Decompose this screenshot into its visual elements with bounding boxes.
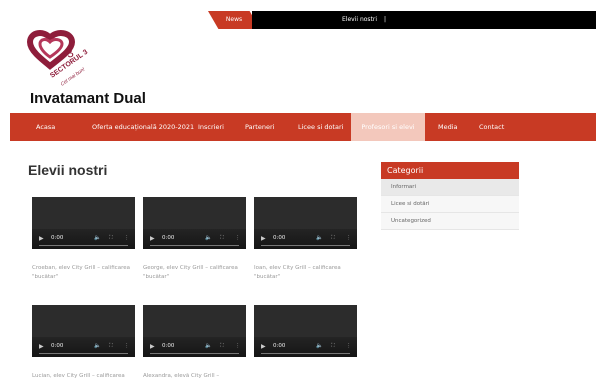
fullscreen-icon[interactable]: ⛶ (331, 235, 335, 242)
video-caption[interactable]: Ioan, elev City Grill – calificarea "buc… (254, 264, 360, 282)
video-progress-bar[interactable] (261, 353, 350, 354)
play-icon[interactable]: ▶ (39, 343, 44, 350)
video-controls: ▶ 0:00 🔈 ⛶ ⋮ (254, 337, 357, 357)
video-controls: ▶ 0:00 🔈 ⛶ ⋮ (254, 229, 357, 249)
fullscreen-icon[interactable]: ⛶ (220, 343, 224, 350)
video-progress-bar[interactable] (39, 353, 128, 354)
play-icon[interactable]: ▶ (39, 235, 44, 242)
ticker-separator: | (384, 16, 387, 23)
video-player[interactable]: ▶ 0:00 🔈 ⛶ ⋮ (143, 197, 246, 249)
video-player[interactable]: ▶ 0:00 🔈 ⛶ ⋮ (143, 305, 246, 357)
video-player[interactable]: ▶ 0:00 🔈 ⛶ ⋮ (254, 197, 357, 249)
ticker-text[interactable]: Elevii nostri (342, 11, 377, 29)
nav-item-acasa[interactable]: Acasa (36, 113, 55, 141)
play-icon[interactable]: ▶ (261, 235, 266, 242)
volume-icon[interactable]: 🔈 (94, 235, 101, 241)
video-time: 0:00 (51, 343, 64, 349)
fullscreen-icon[interactable]: ⛶ (109, 343, 113, 350)
categories-widget: Categorii Informari Licee si dotări Unca… (381, 162, 519, 230)
video-caption[interactable]: George, elev City Grill – calificarea "b… (143, 264, 249, 282)
category-item-informari[interactable]: Informari (381, 179, 519, 196)
nav-item-media[interactable]: Media (438, 113, 458, 141)
video-player[interactable]: ▶ 0:00 🔈 ⛶ ⋮ (32, 197, 135, 249)
video-caption[interactable]: Lucian, elev City Grill – calificarea (32, 372, 138, 381)
play-icon[interactable]: ▶ (150, 235, 155, 242)
more-options-icon[interactable]: ⋮ (346, 343, 352, 349)
logo-emblem: 3 SECTORUL 3 Cel mai bun! (26, 30, 89, 88)
nav-item-parteneri[interactable]: Parteneri (245, 113, 274, 141)
video-progress-bar[interactable] (150, 353, 239, 354)
top-bar: News Elevii nostri | (0, 11, 596, 29)
video-caption[interactable]: Croeban, elev City Grill – calificarea "… (32, 264, 138, 282)
volume-icon[interactable]: 🔈 (316, 235, 323, 241)
volume-icon[interactable]: 🔈 (205, 343, 212, 349)
nav-item-contact[interactable]: Contact (479, 113, 504, 141)
video-caption[interactable]: Alexandra, elevă City Grill – (143, 372, 249, 381)
video-progress-bar[interactable] (150, 245, 239, 246)
video-progress-bar[interactable] (39, 245, 128, 246)
video-progress-bar[interactable] (261, 245, 350, 246)
video-controls: ▶ 0:00 🔈 ⛶ ⋮ (143, 337, 246, 357)
nav-item-inscrieri[interactable]: Inscrieri (198, 113, 224, 141)
category-item-licee[interactable]: Licee si dotări (381, 196, 519, 213)
video-time: 0:00 (162, 343, 175, 349)
more-options-icon[interactable]: ⋮ (235, 343, 241, 349)
site-brand-name[interactable]: Invatamant Dual (30, 90, 146, 107)
more-options-icon[interactable]: ⋮ (235, 235, 241, 241)
video-time: 0:00 (273, 235, 286, 241)
play-icon[interactable]: ▶ (150, 343, 155, 350)
nav-item-profesori[interactable]: Profesori si elevi (351, 113, 425, 141)
play-icon[interactable]: ▶ (261, 343, 266, 350)
more-options-icon[interactable]: ⋮ (124, 343, 130, 349)
news-ticker: Elevii nostri | (252, 11, 596, 29)
main-nav: Acasa Oferta educațională 2020-2021 Insc… (10, 113, 596, 141)
video-time: 0:00 (162, 235, 175, 241)
volume-icon[interactable]: 🔈 (205, 235, 212, 241)
news-label: News (225, 16, 243, 23)
site-logo[interactable]: 3 SECTORUL 3 Cel mai bun! (22, 28, 118, 96)
video-controls: ▶ 0:00 🔈 ⛶ ⋮ (32, 337, 135, 357)
video-controls: ▶ 0:00 🔈 ⛶ ⋮ (143, 229, 246, 249)
video-time: 0:00 (51, 235, 64, 241)
video-controls: ▶ 0:00 🔈 ⛶ ⋮ (32, 229, 135, 249)
video-time: 0:00 (273, 343, 286, 349)
category-item-uncategorized[interactable]: Uncategorized (381, 213, 519, 230)
fullscreen-icon[interactable]: ⛶ (109, 235, 113, 242)
fullscreen-icon[interactable]: ⛶ (220, 235, 224, 242)
page-title: Elevii nostri (28, 162, 108, 178)
volume-icon[interactable]: 🔈 (94, 343, 101, 349)
video-player[interactable]: ▶ 0:00 🔈 ⛶ ⋮ (254, 305, 357, 357)
video-player[interactable]: ▶ 0:00 🔈 ⛶ ⋮ (32, 305, 135, 357)
volume-icon[interactable]: 🔈 (316, 343, 323, 349)
more-options-icon[interactable]: ⋮ (124, 235, 130, 241)
nav-item-licee[interactable]: Licee si dotari (298, 113, 343, 141)
nav-item-oferta[interactable]: Oferta educațională 2020-2021 (92, 113, 194, 141)
more-options-icon[interactable]: ⋮ (346, 235, 352, 241)
fullscreen-icon[interactable]: ⛶ (331, 343, 335, 350)
categories-title: Categorii (381, 162, 519, 179)
